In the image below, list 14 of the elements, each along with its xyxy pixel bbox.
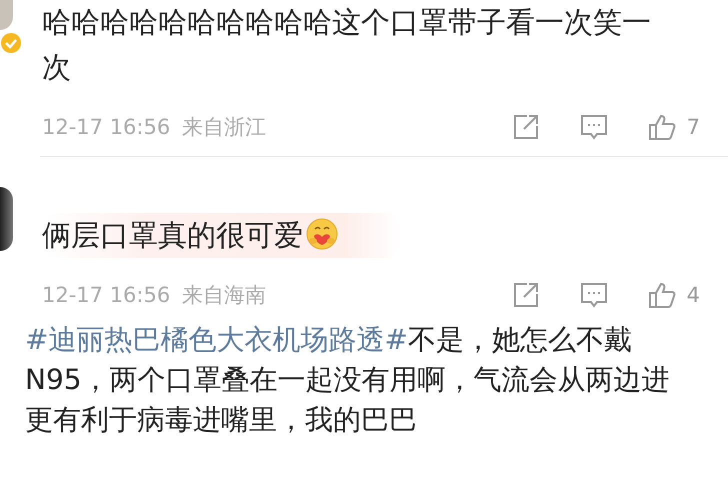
comment-time: 12-17 16:56 [42, 114, 170, 141]
reply-text: #迪丽热巴橘色大衣机场路透#不是，她怎么不戴N95，两个口罩叠在一起没有用啊，气流会从两边进更有利于病毒进嘴里，我的巴巴 [25, 322, 671, 438]
comment-time: 12-17 16:56 [42, 282, 170, 309]
thumbs-up-icon[interactable] [646, 112, 677, 142]
like-count: 4 [686, 282, 700, 309]
like-count: 7 [686, 114, 700, 141]
comment-icon[interactable] [578, 112, 609, 142]
comment-text: 哈哈哈哈哈哈哈哈哈哈这个口罩带子看一次笑一次 [42, 4, 652, 86]
comment-icon[interactable] [578, 280, 609, 310]
hashtag-link[interactable]: #迪丽热巴橘色大衣机场路透# [25, 323, 408, 356]
comment-location: 来自浙江 [182, 114, 266, 141]
thumbs-up-icon[interactable] [646, 280, 677, 310]
comment-location: 来自海南 [182, 282, 266, 309]
avatar-placeholder[interactable] [0, 187, 13, 251]
